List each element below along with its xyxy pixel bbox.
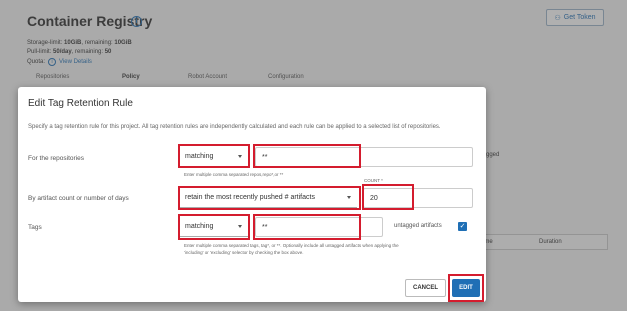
repositories-label: For the repositories xyxy=(28,155,84,162)
tags-hint: Enter multiple comma separated tags, tag… xyxy=(184,243,399,255)
highlight-tags-input xyxy=(253,214,361,240)
artifact-count-label: By artifact count or number of days xyxy=(28,195,129,202)
untagged-artifacts-label: untagged artifacts xyxy=(394,223,442,229)
highlight-repositories-input xyxy=(253,144,361,168)
tags-label: Tags xyxy=(28,224,42,231)
cancel-button[interactable]: CANCEL xyxy=(405,279,446,297)
highlight-artifact-rule-selector xyxy=(178,186,361,210)
untagged-artifacts-checkbox[interactable]: ✓ xyxy=(458,222,467,231)
highlight-count-input xyxy=(362,184,414,210)
highlight-edit-button xyxy=(448,274,484,302)
dialog-description: Specify a tag retention rule for this pr… xyxy=(28,124,441,130)
count-label: COUNT * xyxy=(364,178,383,183)
highlight-repositories-selector xyxy=(178,144,250,168)
dialog-title: Edit Tag Retention Rule xyxy=(28,98,133,109)
repositories-hint: Enter multiple comma separated repos,rep… xyxy=(184,172,284,177)
highlight-tags-selector xyxy=(178,214,250,240)
